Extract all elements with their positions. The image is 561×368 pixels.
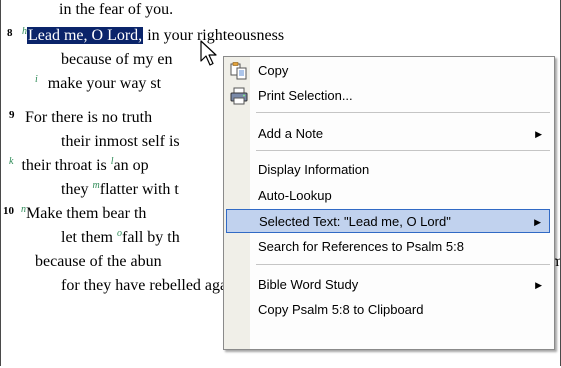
- mouse-pointer-icon: [200, 40, 217, 66]
- menu-item-auto-lookup[interactable]: Auto-Lookup: [226, 184, 550, 208]
- text-line: in the fear of you.: [59, 1, 174, 18]
- menu-item-copy-to-clipboard[interactable]: Copy Psalm 5:8 to Clipboard: [226, 298, 550, 322]
- menu-item-print-selection[interactable]: Print Selection...: [226, 84, 550, 108]
- text-line: they mflatter with t: [61, 180, 179, 198]
- text-line: their inmost self is: [61, 133, 180, 150]
- submenu-arrow-icon: ▶: [534, 217, 541, 227]
- text-line: because of my en: [61, 51, 173, 68]
- menu-item-add-note[interactable]: Add a Note ▶: [226, 122, 550, 146]
- submenu-arrow-icon: ▶: [535, 280, 542, 290]
- menu-item-display-information[interactable]: Display Information: [226, 158, 550, 182]
- footnote-marker[interactable]: i: [35, 74, 38, 85]
- menu-separator: [256, 264, 550, 265]
- verse-number: 10: [3, 205, 14, 217]
- text-line: i make your way st: [35, 74, 162, 92]
- menu-separator: [256, 150, 550, 151]
- verse-number: 9: [9, 109, 15, 121]
- context-menu: Copy Print Selection... Add a Note ▶ Dis…: [223, 56, 555, 350]
- submenu-arrow-icon: ▶: [535, 129, 542, 139]
- selected-text[interactable]: Lead me, O Lord,: [27, 27, 144, 44]
- verse-number: 8: [7, 27, 13, 39]
- menu-separator: [256, 112, 550, 113]
- footnote-marker[interactable]: n: [21, 204, 26, 215]
- footnote-marker[interactable]: o: [117, 228, 122, 239]
- footnote-marker[interactable]: m: [93, 180, 100, 191]
- text-line: k their throat is lan op: [9, 156, 149, 174]
- menu-item-selected-text[interactable]: Selected Text: "Lead me, O Lord" ▶: [226, 209, 550, 233]
- footnote-marker[interactable]: h: [22, 26, 27, 37]
- footnote-marker[interactable]: l: [111, 156, 114, 167]
- copy-icon: [230, 62, 247, 80]
- printer-icon: [230, 87, 248, 105]
- menu-item-copy[interactable]: Copy: [226, 59, 550, 83]
- footnote-marker[interactable]: k: [9, 156, 13, 167]
- text-line: because of the abun: [35, 253, 162, 270]
- menu-item-search-references[interactable]: Search for References to Psalm 5:8: [226, 235, 550, 259]
- text-line: let them ofall by th: [61, 228, 180, 246]
- menu-item-bible-word-study[interactable]: Bible Word Study ▶: [226, 273, 550, 297]
